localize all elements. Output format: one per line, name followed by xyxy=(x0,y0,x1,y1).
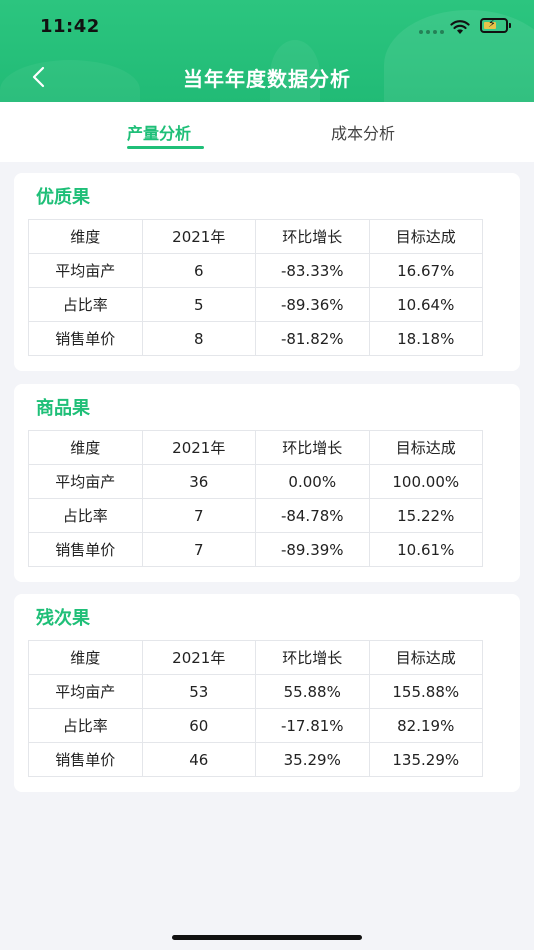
table-row: 平均亩产 6 -83.33% 16.67% xyxy=(28,253,483,288)
status-bar: 11:42 ⚡ xyxy=(0,0,534,50)
table-cell: 18.18% xyxy=(368,321,483,356)
table-row: 销售单价 46 35.29% 135.29% xyxy=(28,742,483,777)
table-header-cell: 目标达成 xyxy=(368,219,483,254)
table-cell: 平均亩产 xyxy=(28,253,143,288)
data-table: 维度 2021年 环比增长 目标达成 平均亩产 36 0.00% 100.00%… xyxy=(28,430,483,567)
table-cell: 10.61% xyxy=(368,532,483,567)
table-cell: 155.88% xyxy=(368,674,483,709)
table-cell: 占比率 xyxy=(28,708,143,743)
table-cell: 销售单价 xyxy=(28,742,143,777)
table-cell: 82.19% xyxy=(368,708,483,743)
page-title: 当年年度数据分析 xyxy=(183,67,351,91)
table-row: 平均亩产 53 55.88% 155.88% xyxy=(28,674,483,709)
data-table: 维度 2021年 环比增长 目标达成 平均亩产 6 -83.33% 16.67%… xyxy=(28,219,483,356)
table-header-cell: 环比增长 xyxy=(255,430,370,465)
table-cell: 16.67% xyxy=(368,253,483,288)
table-cell: -89.39% xyxy=(255,532,370,567)
table-cell: -81.82% xyxy=(255,321,370,356)
table-header-cell: 环比增长 xyxy=(255,219,370,254)
table-cell: 7 xyxy=(141,532,256,567)
table-cell: 36 xyxy=(141,464,256,499)
table-header-cell: 目标达成 xyxy=(368,640,483,675)
table-cell: 平均亩产 xyxy=(28,464,143,499)
table-cell: 占比率 xyxy=(28,498,143,533)
section-title: 优质果 xyxy=(36,187,90,208)
table-header-cell: 环比增长 xyxy=(255,640,370,675)
table-cell: 0.00% xyxy=(255,464,370,499)
table-cell: 占比率 xyxy=(28,287,143,322)
table-cell: 销售单价 xyxy=(28,321,143,356)
table-header-cell: 维度 xyxy=(28,640,143,675)
section-card-defective-fruit: 残次果 维度 2021年 环比增长 目标达成 平均亩产 53 55.88% 15… xyxy=(14,594,520,792)
table-row: 占比率 60 -17.81% 82.19% xyxy=(28,708,483,743)
table-header-cell: 目标达成 xyxy=(368,430,483,465)
table-header-cell: 维度 xyxy=(28,219,143,254)
section-title: 商品果 xyxy=(36,398,90,419)
section-card-premium-fruit: 优质果 维度 2021年 环比增长 目标达成 平均亩产 6 -83.33% 16… xyxy=(14,173,520,371)
table-row: 销售单价 8 -81.82% 18.18% xyxy=(28,321,483,356)
table-header-row: 维度 2021年 环比增长 目标达成 xyxy=(28,430,483,465)
table-cell: 平均亩产 xyxy=(28,674,143,709)
table-cell: 100.00% xyxy=(368,464,483,499)
battery-icon: ⚡ xyxy=(480,17,508,33)
table-row: 销售单价 7 -89.39% 10.61% xyxy=(28,532,483,567)
table-header-row: 维度 2021年 环比增长 目标达成 xyxy=(28,219,483,254)
active-tab-indicator xyxy=(127,146,204,149)
table-header-cell: 维度 xyxy=(28,430,143,465)
table-row: 占比率 7 -84.78% 15.22% xyxy=(28,498,483,533)
tab-cost-analysis[interactable]: 成本分析 xyxy=(331,120,395,144)
table-cell: 55.88% xyxy=(255,674,370,709)
table-cell: 35.29% xyxy=(255,742,370,777)
table-header-cell: 2021年 xyxy=(141,219,256,254)
section-title: 残次果 xyxy=(36,608,90,629)
table-cell: 135.29% xyxy=(368,742,483,777)
screen: 11:42 ⚡ 当年年度数据分析 产量分析 成本分析 优质果 维度 2021年 … xyxy=(0,0,534,950)
table-cell: 7 xyxy=(141,498,256,533)
table-cell: 60 xyxy=(141,708,256,743)
table-header-cell: 2021年 xyxy=(141,430,256,465)
table-cell: -84.78% xyxy=(255,498,370,533)
section-card-commodity-fruit: 商品果 维度 2021年 环比增长 目标达成 平均亩产 36 0.00% 100… xyxy=(14,384,520,582)
table-cell: -17.81% xyxy=(255,708,370,743)
table-cell: 53 xyxy=(141,674,256,709)
header: 11:42 ⚡ 当年年度数据分析 xyxy=(0,0,534,102)
home-indicator[interactable] xyxy=(172,935,362,940)
signal-dots-icon xyxy=(419,30,444,34)
table-row: 平均亩产 36 0.00% 100.00% xyxy=(28,464,483,499)
table-cell: 46 xyxy=(141,742,256,777)
table-cell: 10.64% xyxy=(368,287,483,322)
tab-yield-analysis[interactable]: 产量分析 xyxy=(127,120,191,144)
tab-bar: 产量分析 成本分析 xyxy=(0,102,534,162)
table-cell: 6 xyxy=(141,253,256,288)
data-table: 维度 2021年 环比增长 目标达成 平均亩产 53 55.88% 155.88… xyxy=(28,640,483,777)
table-cell: -83.33% xyxy=(255,253,370,288)
status-time: 11:42 xyxy=(40,16,100,37)
table-cell: 15.22% xyxy=(368,498,483,533)
battery-tip xyxy=(509,23,511,28)
table-cell: -89.36% xyxy=(255,287,370,322)
table-cell: 5 xyxy=(141,287,256,322)
table-row: 占比率 5 -89.36% 10.64% xyxy=(28,287,483,322)
wifi-icon xyxy=(450,20,470,34)
table-header-cell: 2021年 xyxy=(141,640,256,675)
table-header-row: 维度 2021年 环比增长 目标达成 xyxy=(28,640,483,675)
table-cell: 8 xyxy=(141,321,256,356)
table-cell: 销售单价 xyxy=(28,532,143,567)
